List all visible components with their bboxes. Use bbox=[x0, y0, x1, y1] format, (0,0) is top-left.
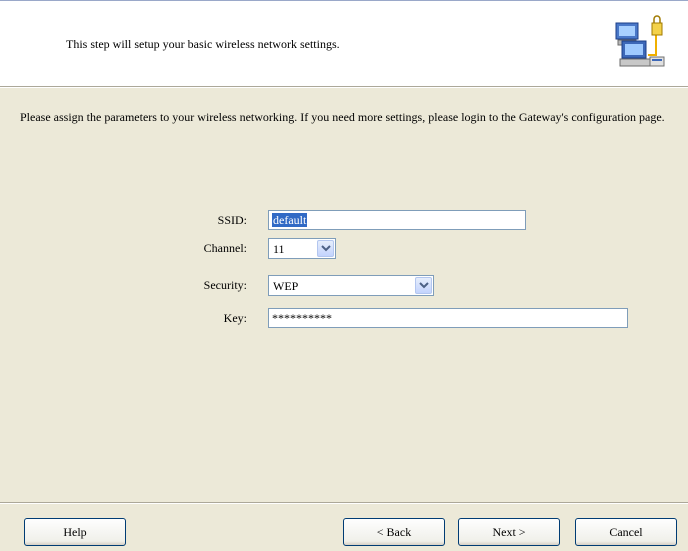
channel-value: 11 bbox=[273, 242, 285, 256]
back-button[interactable]: < Back bbox=[343, 518, 445, 546]
channel-dropdown-button[interactable] bbox=[317, 240, 334, 257]
header-divider-highlight bbox=[0, 87, 688, 88]
key-value: ********** bbox=[272, 311, 332, 325]
wizard-dialog: This step will setup your basic wireless… bbox=[0, 0, 688, 551]
security-select[interactable]: WEP bbox=[268, 275, 434, 296]
ssid-input[interactable]: default bbox=[268, 210, 526, 230]
key-input[interactable]: ********** bbox=[268, 308, 628, 328]
next-button[interactable]: Next > bbox=[458, 518, 560, 546]
network-computers-icon bbox=[612, 15, 668, 71]
channel-select[interactable]: 11 bbox=[268, 238, 336, 259]
security-dropdown-button[interactable] bbox=[415, 277, 432, 294]
security-label: Security: bbox=[203, 278, 247, 292]
channel-label: Channel: bbox=[203, 241, 247, 255]
ssid-label: SSID: bbox=[217, 213, 247, 227]
help-button[interactable]: Help bbox=[24, 518, 126, 546]
security-value: WEP bbox=[273, 279, 299, 293]
wizard-header: This step will setup your basic wireless… bbox=[0, 0, 688, 87]
intro-text: Please assign the parameters to your wir… bbox=[20, 110, 665, 124]
key-label: Key: bbox=[223, 311, 247, 325]
header-text: This step will setup your basic wireless… bbox=[66, 37, 340, 51]
chevron-down-icon bbox=[321, 245, 331, 252]
ssid-value: default bbox=[272, 213, 308, 227]
chevron-down-icon bbox=[419, 282, 429, 289]
cancel-button[interactable]: Cancel bbox=[575, 518, 677, 546]
footer-divider-highlight bbox=[0, 503, 688, 504]
